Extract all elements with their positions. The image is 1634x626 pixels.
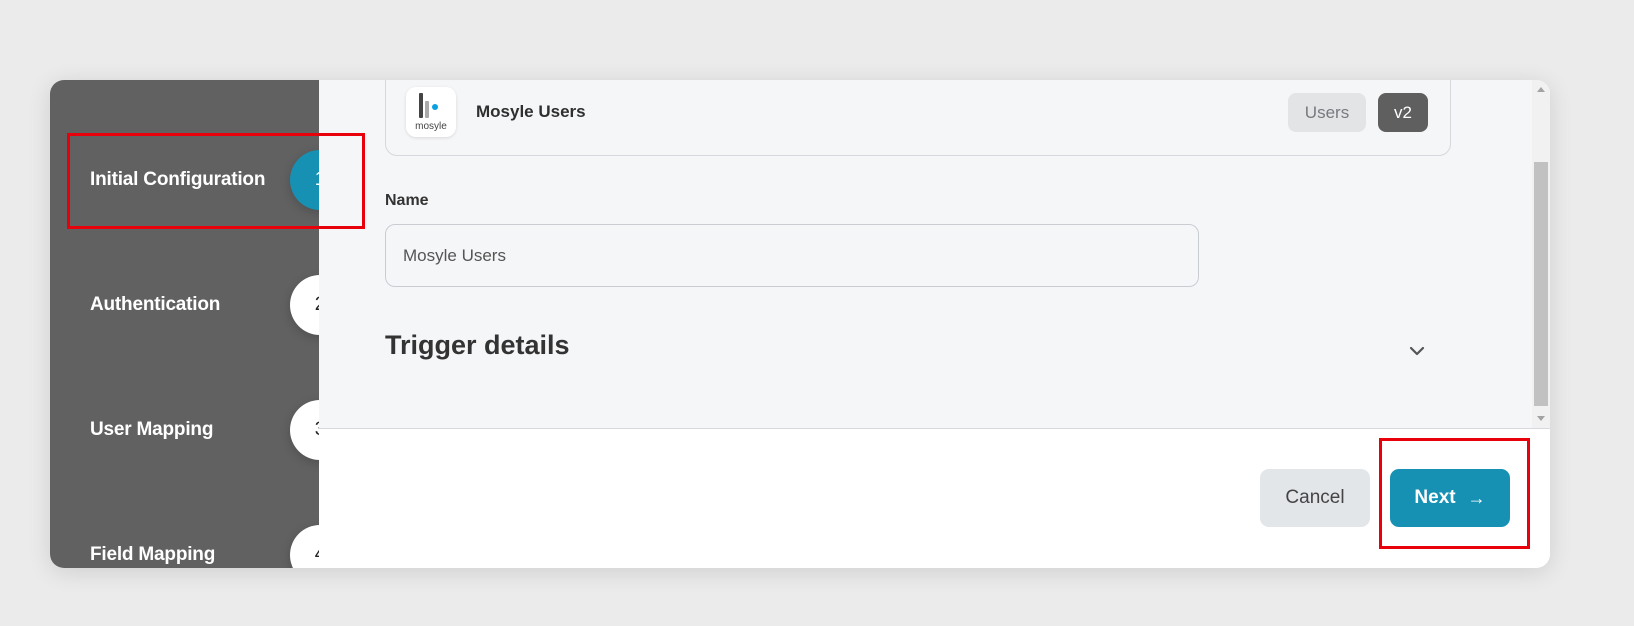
step-user-mapping[interactable]: User Mapping 3 <box>50 400 350 460</box>
step-authentication[interactable]: Authentication 2 <box>50 275 350 335</box>
step-label: Initial Configuration <box>90 169 266 190</box>
chevron-down-icon[interactable] <box>1402 336 1432 366</box>
name-input[interactable] <box>385 224 1199 287</box>
logo-dot <box>432 104 438 110</box>
name-field-label: Name <box>385 192 429 209</box>
arrow-right-icon: → <box>1467 487 1486 508</box>
wizard-modal: Initial Configuration 1 Authentication 2… <box>50 80 1550 568</box>
logo-bar-dark <box>419 93 423 118</box>
step-initial-configuration[interactable]: Initial Configuration 1 <box>50 150 350 210</box>
step-label: Field Mapping <box>90 544 216 565</box>
next-button[interactable]: Next → <box>1390 469 1510 527</box>
version-badge: v2 <box>1378 93 1428 132</box>
integration-title: Mosyle Users <box>476 102 586 121</box>
scroll-down-arrow-icon[interactable] <box>1537 416 1545 421</box>
scroll-up-arrow-icon[interactable] <box>1537 87 1545 92</box>
integration-card: mosyle Mosyle Users Users v2 <box>385 80 1451 156</box>
wizard-sidebar: Initial Configuration 1 Authentication 2… <box>50 80 350 568</box>
logo-text: mosyle <box>415 121 447 132</box>
next-button-label: Next <box>1414 487 1456 508</box>
mosyle-logo: mosyle <box>406 87 456 137</box>
cancel-button[interactable]: Cancel <box>1260 469 1370 527</box>
config-content: mosyle Mosyle Users Users v2 Name Trigge… <box>319 80 1550 429</box>
step-field-mapping[interactable]: Field Mapping 4 <box>50 525 350 568</box>
step-label: User Mapping <box>90 419 214 440</box>
content-scrollbar[interactable] <box>1532 80 1550 428</box>
logo-bar-light <box>425 101 429 118</box>
scroll-thumb[interactable] <box>1534 162 1548 406</box>
users-tag: Users <box>1288 93 1366 132</box>
trigger-details-heading: Trigger details <box>385 330 570 360</box>
step-label: Authentication <box>90 294 221 315</box>
wizard-footer: Cancel Next → <box>319 429 1550 568</box>
